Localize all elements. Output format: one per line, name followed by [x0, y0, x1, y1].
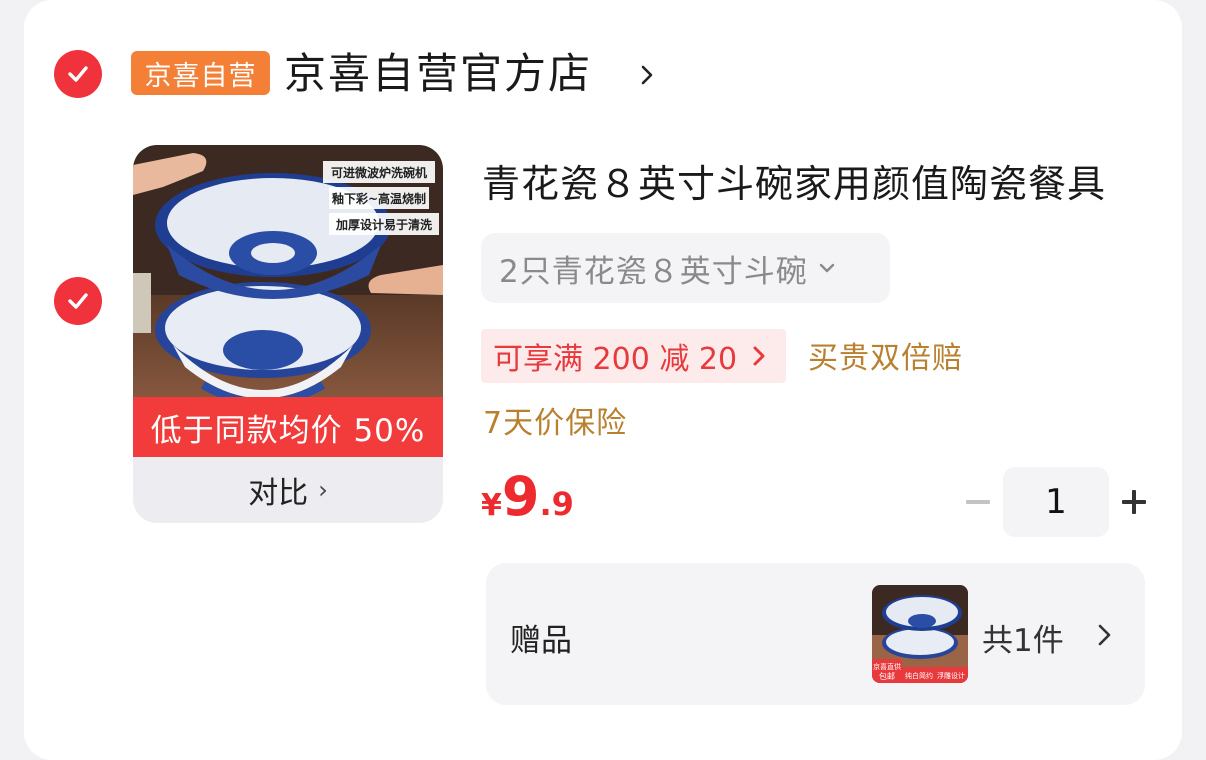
spec-selector[interactable]: 2只青花瓷８英寸斗碗	[481, 233, 890, 303]
compare-label: 对比	[248, 476, 309, 511]
chevron-right-icon[interactable]	[637, 62, 657, 88]
product-price: ¥9.9	[481, 470, 574, 524]
spec-label: 2只青花瓷８英寸斗碗	[499, 253, 808, 290]
price-comparison-strip: 低于同款均价 50%	[133, 397, 443, 457]
price-decimal: .9	[539, 485, 574, 523]
quantity-input[interactable]: 1	[1003, 467, 1109, 537]
chevron-right-icon: ›	[318, 476, 328, 504]
price-currency: ¥	[481, 488, 502, 523]
minus-icon[interactable]	[965, 488, 991, 516]
image-tag-1: 可进微波炉洗碗机	[331, 165, 427, 180]
store-badge: 京喜自营	[131, 51, 270, 95]
product-title[interactable]: 青花瓷８英寸斗碗家用颜值陶瓷餐具	[482, 158, 1106, 210]
check-icon	[68, 293, 88, 309]
gift-label: 赠品	[510, 623, 572, 659]
gift-count: 共1件	[982, 623, 1064, 659]
promo-tag[interactable]: 可享满 200 减 20	[481, 329, 786, 383]
promo-label: 可享满 200 减 20	[493, 342, 738, 377]
gift-tag-4: 浮雕设计	[937, 671, 965, 680]
image-tag-2: 釉下彩~高温烧制	[332, 191, 426, 206]
gift-tag-2: 包邮	[879, 671, 895, 681]
price-integer: 9	[501, 465, 540, 528]
gift-tag-1: 京喜直供	[873, 662, 901, 671]
price-guarantee-label: 买贵双倍赔	[808, 341, 963, 376]
item-select-checkbox[interactable]	[54, 277, 102, 325]
chevron-right-icon	[1098, 624, 1111, 646]
gift-thumbnail: 京喜直供 包邮 纯白简约 浮雕设计	[872, 585, 968, 683]
store-name[interactable]: 京喜自营官方店	[284, 46, 592, 102]
price-insurance-label: 7天价保险	[483, 406, 628, 441]
product-image[interactable]: 可进微波炉洗碗机 釉下彩~高温烧制 加厚设计易于清洗 低于同款均价 50% 对比…	[133, 145, 443, 523]
check-icon	[68, 66, 88, 82]
compare-button[interactable]: 对比 ›	[133, 457, 443, 523]
gift-row[interactable]: 赠品 京喜直供 包邮 纯白简约 浮雕设计 共1件	[486, 563, 1145, 705]
chevron-right-icon	[753, 346, 765, 366]
image-tag-3: 加厚设计易于清洗	[335, 217, 432, 232]
gift-tag-3: 纯白简约	[905, 671, 933, 680]
store-select-checkbox[interactable]	[54, 50, 102, 98]
chevron-down-icon	[819, 263, 834, 273]
plus-icon[interactable]	[1120, 488, 1148, 516]
